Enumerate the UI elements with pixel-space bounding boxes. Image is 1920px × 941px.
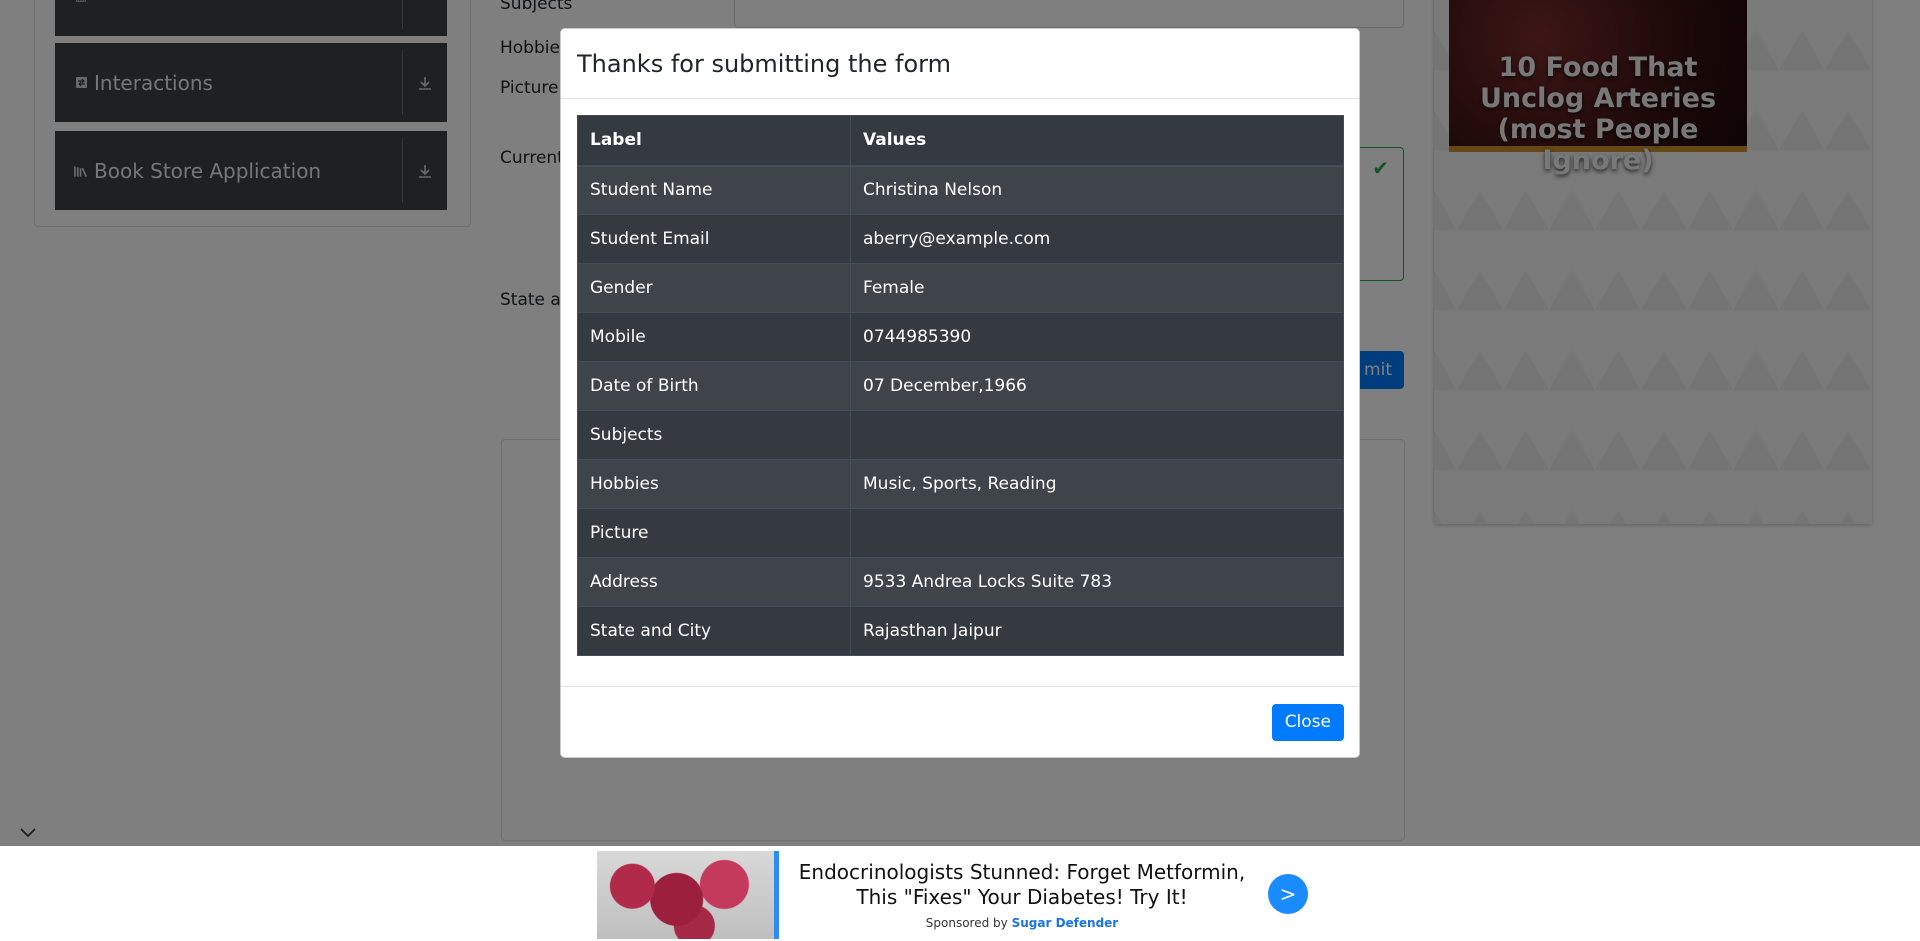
row-value: 0744985390 [850,312,1344,362]
modal-header: Thanks for submitting the form [561,29,1359,99]
table-header-row: Label Values [577,115,1344,167]
submission-modal: Thanks for submitting the form Label Val… [560,28,1360,758]
column-header: Values [850,115,1344,167]
sponsored-prefix: Sponsored by [925,916,1008,930]
results-table: Label Values Student Name Christina Nelso… [577,115,1344,656]
ad-headline[interactable]: Endocrinologists Stunned: Forget Metform… [792,860,1252,910]
row-value: 9533 Andrea Locks Suite 783 [850,557,1344,607]
row-label: Student Email [577,214,851,264]
row-label: Address [577,557,851,607]
ad-sponsor-line: Sponsored by Sugar Defender [792,916,1252,930]
table-row: Date of Birth 07 December,1966 [577,361,1344,411]
table-row: State and City Rajasthan Jaipur [577,606,1344,656]
row-label: Student Name [577,165,851,215]
table-row: Hobbies Music, Sports, Reading [577,459,1344,509]
ad-go-button[interactable]: > [1268,874,1308,914]
table-row: Student Email aberry@example.com [577,214,1344,264]
row-value: aberry@example.com [850,214,1344,264]
close-button[interactable]: Close [1271,703,1344,741]
sponsor-link[interactable]: Sugar Defender [1012,916,1119,930]
ad-thumbnail[interactable] [597,851,779,939]
table-row: Gender Female [577,263,1344,313]
row-value: 07 December,1966 [850,361,1344,411]
table-row: Picture [577,508,1344,558]
row-label: Date of Birth [577,361,851,411]
row-value: Music, Sports, Reading [850,459,1344,509]
row-value: Rajasthan Jaipur [850,606,1344,656]
table-row: Student Name Christina Nelson [577,165,1344,215]
table-row: Address 9533 Andrea Locks Suite 783 [577,557,1344,607]
row-label: State and City [577,606,851,656]
column-header: Label [577,115,851,167]
modal-title: Thanks for submitting the form [577,49,951,78]
table-row: Subjects [577,410,1344,460]
row-value: Female [850,263,1344,313]
modal-body: Label Values Student Name Christina Nelso… [561,99,1359,656]
bottom-ad-banner[interactable]: Endocrinologists Stunned: Forget Metform… [0,846,1920,941]
row-value [850,410,1344,460]
row-value [850,508,1344,558]
row-label: Mobile [577,312,851,362]
row-value: Christina Nelson [850,165,1344,215]
modal-footer: Close [561,686,1359,757]
row-label: Hobbies [577,459,851,509]
row-label: Picture [577,508,851,558]
row-label: Subjects [577,410,851,460]
row-label: Gender [577,263,851,313]
table-row: Mobile 0744985390 [577,312,1344,362]
